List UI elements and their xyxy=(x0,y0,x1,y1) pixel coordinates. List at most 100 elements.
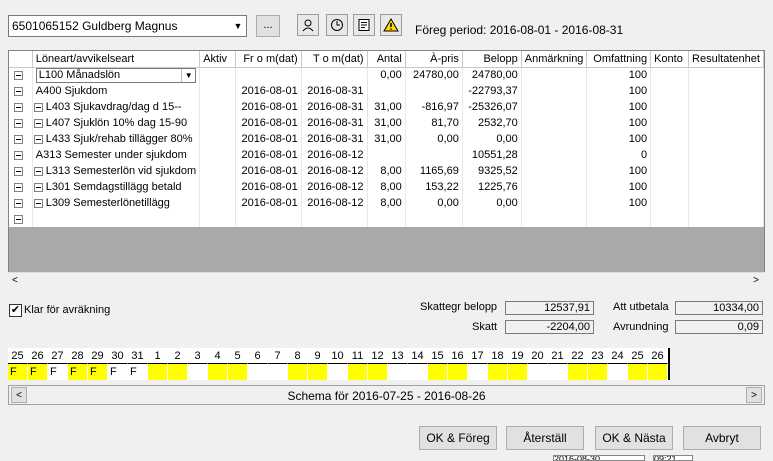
cancel-button[interactable]: Avbryt xyxy=(683,426,761,450)
schedule-day[interactable]: 26 xyxy=(28,348,48,364)
schedule-day-value[interactable]: F xyxy=(8,364,28,380)
cell-belopp[interactable]: -25326,07 xyxy=(462,99,522,115)
cell-anmarkning[interactable] xyxy=(521,179,588,195)
cell-resultatenhet[interactable] xyxy=(688,83,764,99)
cell-to[interactable]: 2016-08-31 xyxy=(301,115,368,131)
schedule-day[interactable]: 20 xyxy=(528,348,548,364)
collapse-icon[interactable] xyxy=(14,150,23,160)
schedule-day[interactable]: 13 xyxy=(388,348,408,364)
cell-code[interactable]: L407 Sjuklön 10% dag 15-90 xyxy=(32,115,201,131)
collapse-icon[interactable] xyxy=(14,118,23,128)
cell-omf[interactable]: 100 xyxy=(586,83,652,99)
collapse-icon[interactable] xyxy=(33,102,43,112)
schedule-day[interactable]: 27 xyxy=(48,348,68,364)
tree-cell[interactable] xyxy=(9,195,33,211)
schedule-day[interactable]: 9 xyxy=(308,348,328,364)
cell-to[interactable]: 2016-08-31 xyxy=(301,99,368,115)
cell-anmarkning[interactable] xyxy=(521,131,588,147)
ok-next-button[interactable]: OK & Nästa xyxy=(595,426,673,450)
schedule-day-value[interactable] xyxy=(608,364,628,380)
tree-cell[interactable] xyxy=(9,179,33,195)
schedule-day[interactable]: 25 xyxy=(628,348,648,364)
schedule-day-value[interactable] xyxy=(148,364,168,380)
cell-konto[interactable] xyxy=(650,179,690,195)
cell-aktiv[interactable] xyxy=(199,179,236,195)
cell-antal[interactable]: 8,00 xyxy=(367,179,406,195)
schedule-day-value[interactable] xyxy=(568,364,588,380)
cell-omf[interactable]: 100 xyxy=(586,163,652,179)
chevron-down-icon[interactable]: ▼ xyxy=(181,68,195,82)
cell-anmarkning[interactable] xyxy=(521,83,588,99)
cell-apris[interactable]: 81,70 xyxy=(405,115,463,131)
cell-belopp[interactable]: 10551,28 xyxy=(462,147,522,163)
table-row[interactable] xyxy=(9,211,764,227)
header-to[interactable]: T o m(dat) xyxy=(301,51,368,68)
ready-checkbox[interactable]: ✔ xyxy=(9,304,22,317)
cell-belopp[interactable]: 2532,70 xyxy=(462,115,522,131)
schedule-day-value[interactable] xyxy=(288,364,308,380)
lonart-combo[interactable]: L100 Månadslön ▼ xyxy=(35,67,197,83)
cell-from[interactable]: 2016-08-01 xyxy=(235,99,302,115)
schedule-day-value[interactable]: F xyxy=(108,364,128,380)
cell-anmarkning[interactable] xyxy=(521,147,588,163)
cell-aktiv[interactable] xyxy=(199,131,236,147)
cell-antal[interactable] xyxy=(367,211,406,227)
cell-code[interactable]: A313 Semester under sjukdom xyxy=(32,147,201,163)
header-belopp[interactable]: Belopp xyxy=(462,51,522,68)
cell-konto[interactable] xyxy=(650,67,690,83)
schedule-day-value[interactable]: F xyxy=(48,364,68,380)
schedule-day-value[interactable] xyxy=(188,364,208,380)
tree-cell[interactable] xyxy=(9,115,33,131)
table-row[interactable]: L313 Semesterlön vid sjukdom 2016-08-01 20… xyxy=(9,163,764,179)
schedule-day[interactable]: 17 xyxy=(468,348,488,364)
cell-omf[interactable]: 0 xyxy=(586,147,652,163)
grid-horizontal-scrollbar[interactable]: < > xyxy=(8,272,765,289)
schedule-day[interactable]: 14 xyxy=(408,348,428,364)
cell-code[interactable]: A400 Sjukdom xyxy=(32,83,201,99)
tree-cell[interactable] xyxy=(9,147,33,163)
cell-code[interactable]: L403 Sjukavdrag/dag d 15-- xyxy=(32,99,201,115)
cell-code[interactable]: L301 Semdagstillägg betald xyxy=(32,179,201,195)
schedule-day-value[interactable] xyxy=(588,364,608,380)
cell-aktiv[interactable] xyxy=(199,195,236,211)
schedule-day-value[interactable] xyxy=(508,364,528,380)
ok-previous-button[interactable]: OK & Föreg xyxy=(419,426,497,450)
schedule-day-value[interactable] xyxy=(208,364,228,380)
schedule-day-value[interactable]: F xyxy=(88,364,108,380)
schedule-day[interactable]: 28 xyxy=(68,348,88,364)
cell-to[interactable] xyxy=(301,67,368,83)
cell-apris[interactable]: 0,00 xyxy=(405,131,463,147)
cell-from[interactable]: 2016-08-01 xyxy=(235,147,302,163)
cell-code[interactable]: L100 Månadslön ▼ xyxy=(32,67,201,83)
schedule-day[interactable]: 5 xyxy=(228,348,248,364)
cell-antal[interactable]: 8,00 xyxy=(367,195,406,211)
table-row[interactable]: L301 Semdagstillägg betald 2016-08-01 2016… xyxy=(9,179,764,195)
browse-button[interactable]: ... xyxy=(256,15,280,37)
cell-apris[interactable] xyxy=(405,211,463,227)
cell-code[interactable] xyxy=(32,211,201,227)
table-row[interactable]: A400 Sjukdom 2016-08-01 2016-08-31 -22793,3… xyxy=(9,83,764,99)
person-icon[interactable] xyxy=(297,14,319,36)
cell-resultatenhet[interactable] xyxy=(688,147,764,163)
cell-antal[interactable] xyxy=(367,147,406,163)
schedule-day[interactable]: 21 xyxy=(548,348,568,364)
schedule-day[interactable]: 4 xyxy=(208,348,228,364)
schedule-day-value[interactable] xyxy=(428,364,448,380)
cell-aktiv[interactable] xyxy=(199,99,236,115)
cell-aktiv[interactable] xyxy=(199,83,236,99)
collapse-icon[interactable] xyxy=(33,166,43,176)
schedule-next-button[interactable]: > xyxy=(746,387,762,403)
schedule-day[interactable]: 24 xyxy=(608,348,628,364)
cell-belopp[interactable]: 24780,00 xyxy=(462,67,522,83)
cell-resultatenhet[interactable] xyxy=(688,211,764,227)
cell-apris[interactable]: 1165,69 xyxy=(405,163,463,179)
schedule-day[interactable]: 1 xyxy=(148,348,168,364)
table-row[interactable]: A313 Semester under sjukdom 2016-08-01 201… xyxy=(9,147,764,163)
cell-aktiv[interactable] xyxy=(199,67,236,83)
schedule-day-value[interactable] xyxy=(308,364,328,380)
cell-konto[interactable] xyxy=(650,99,690,115)
schedule-day-value[interactable] xyxy=(348,364,368,380)
collapse-icon[interactable] xyxy=(14,182,23,192)
cell-code[interactable]: L433 Sjuk/rehab tillägger 80% xyxy=(32,131,201,147)
cell-apris[interactable]: 24780,00 xyxy=(405,67,463,83)
